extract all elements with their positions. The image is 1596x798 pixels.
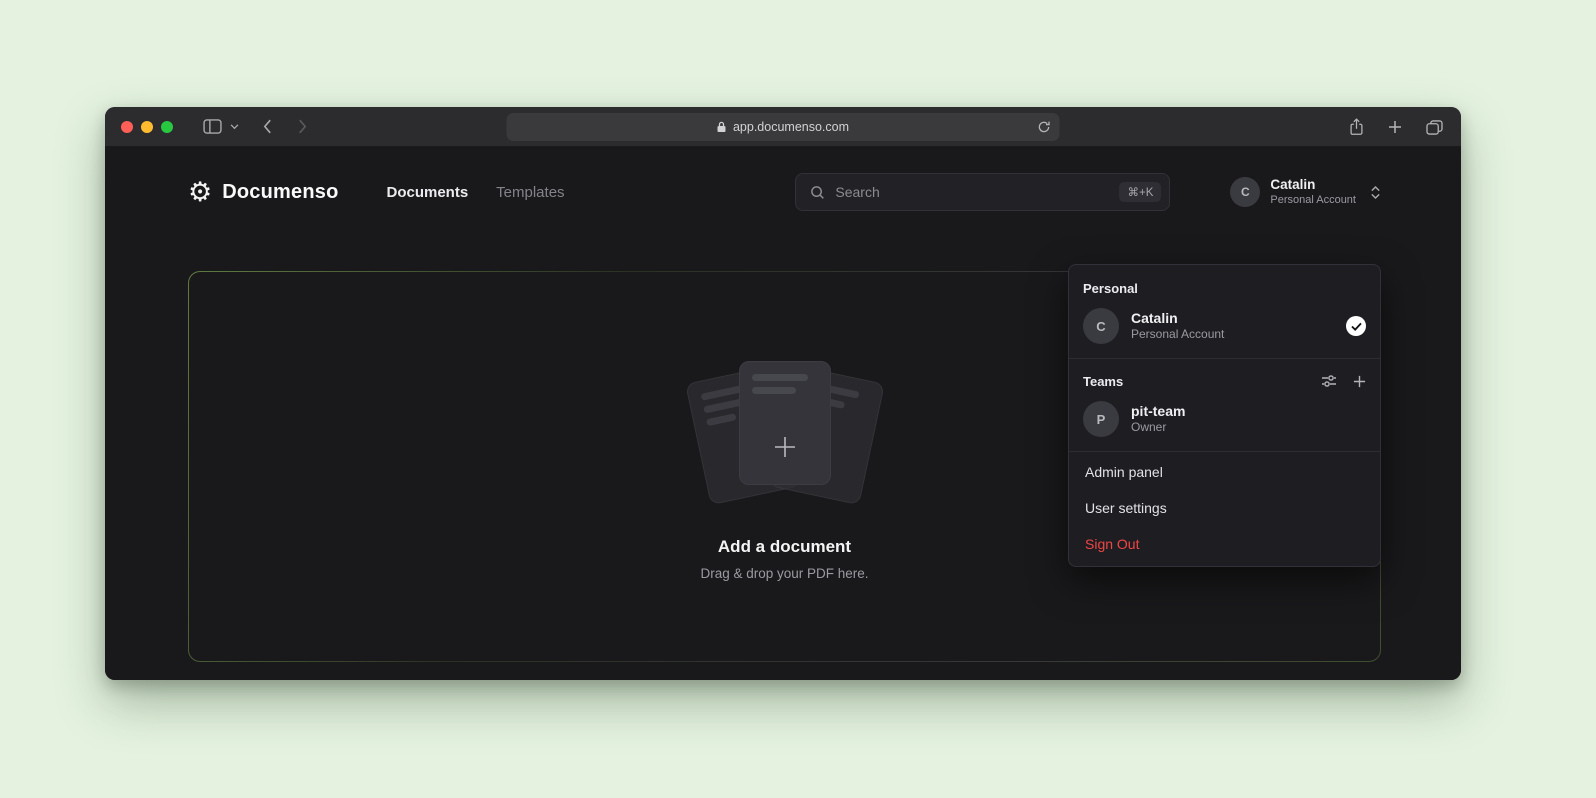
team-role: Owner [1131, 420, 1366, 436]
dropzone-title: Add a document [718, 537, 851, 557]
personal-label: Personal [1083, 281, 1366, 296]
app-header: ⚙ Documenso Documents Templates ⌘+K C Ca… [188, 148, 1381, 236]
sidebar-toggle-icon[interactable] [203, 119, 222, 134]
search-shortcut-badge: ⌘+K [1119, 182, 1161, 202]
menu-section-personal: Personal C Catalin Personal Account [1069, 269, 1380, 356]
zoom-button[interactable] [161, 121, 173, 133]
reload-icon[interactable] [1038, 121, 1051, 134]
share-icon[interactable] [1349, 118, 1364, 136]
close-button[interactable] [121, 121, 133, 133]
menu-item-user-settings[interactable]: User settings [1069, 490, 1380, 526]
personal-account-item[interactable]: C Catalin Personal Account [1083, 308, 1366, 344]
team-name: pit-team [1131, 402, 1366, 420]
avatar: C [1083, 308, 1119, 344]
personal-name: Catalin [1131, 309, 1334, 327]
window-controls [121, 121, 173, 133]
document-card-center [739, 361, 831, 485]
brand-name: Documenso [222, 181, 338, 204]
add-team-icon[interactable] [1353, 375, 1366, 388]
account-type: Personal Account [1270, 194, 1356, 208]
search-input[interactable] [835, 184, 1109, 200]
teams-label: Teams [1083, 374, 1123, 389]
url-text: app.documenso.com [733, 120, 849, 134]
documenso-logo-icon: ⚙ [188, 179, 212, 206]
avatar: P [1083, 401, 1119, 437]
avatar: C [1230, 177, 1260, 207]
menu-item-admin-panel[interactable]: Admin panel [1069, 454, 1380, 490]
lock-icon [717, 121, 727, 133]
team-item[interactable]: P pit-team Owner [1083, 401, 1366, 437]
tab-overview-icon[interactable] [1426, 120, 1443, 135]
account-menu-trigger[interactable]: C Catalin Personal Account [1230, 177, 1381, 208]
personal-subtitle: Personal Account [1131, 327, 1334, 343]
menu-item-sign-out[interactable]: Sign Out [1069, 526, 1380, 562]
address-bar[interactable]: app.documenso.com [507, 113, 1060, 141]
back-icon[interactable] [263, 119, 272, 134]
account-dropdown-menu: Personal C Catalin Personal Account Team… [1068, 264, 1381, 567]
chevron-updown-icon [1370, 185, 1381, 200]
browser-window: app.documenso.com ⚙ Documenso [105, 107, 1461, 680]
browser-titlebar: app.documenso.com [105, 107, 1461, 147]
manage-teams-icon[interactable] [1321, 373, 1337, 389]
new-tab-icon[interactable] [1388, 120, 1402, 134]
nav-item-documents[interactable]: Documents [386, 184, 468, 201]
menu-divider [1069, 358, 1380, 359]
brand[interactable]: ⚙ Documenso [188, 179, 338, 206]
minimize-button[interactable] [141, 121, 153, 133]
main-nav: Documents Templates [386, 184, 564, 201]
app-content: ⚙ Documenso Documents Templates ⌘+K C Ca… [105, 148, 1461, 680]
dropzone-subtitle: Drag & drop your PDF here. [700, 566, 868, 581]
selected-check-icon [1346, 316, 1366, 336]
document-stack-illustration [675, 353, 895, 513]
search-icon [810, 185, 825, 200]
search-box[interactable]: ⌘+K [795, 173, 1170, 211]
menu-divider [1069, 451, 1380, 452]
menu-section-teams: Teams P pit-team Owner [1069, 361, 1380, 449]
plus-icon [740, 410, 830, 484]
chevron-down-icon[interactable] [230, 124, 239, 130]
forward-icon[interactable] [298, 119, 307, 134]
nav-item-templates[interactable]: Templates [496, 184, 564, 201]
account-name: Catalin [1270, 177, 1356, 194]
